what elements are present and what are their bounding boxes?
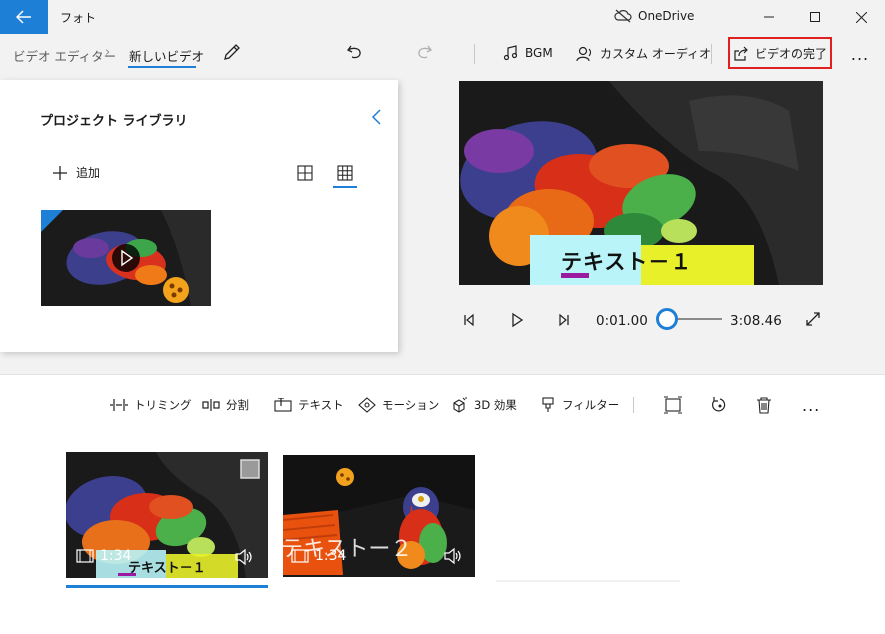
text-label: テキスト (298, 398, 344, 412)
breadcrumb-project-name: 新しいビデオ (129, 49, 205, 64)
library-video-thumbnail[interactable] (41, 210, 211, 306)
small-grid-view-icon[interactable] (336, 164, 354, 182)
finish-video-label: ビデオの完了 (754, 46, 827, 61)
minimize-button[interactable] (746, 0, 792, 34)
preview-caption-text: テキスト－１ (561, 250, 693, 274)
trim-icon (110, 399, 128, 411)
view-selected-indicator (333, 186, 357, 188)
trim-button[interactable]: トリミング (110, 397, 192, 413)
onedrive-status[interactable]: OneDrive (614, 9, 694, 23)
motion-button[interactable]: モーション (358, 397, 439, 413)
clip-1-caption: テキスト－１ (128, 561, 206, 576)
clip-1-duration-text: 1:34 (100, 548, 132, 564)
parrot-thumbnail-image (41, 210, 211, 306)
onedrive-label: OneDrive (638, 9, 695, 23)
previous-frame-icon[interactable] (459, 311, 477, 329)
filter-label: フィルター (562, 398, 620, 412)
resize-black-bars-icon[interactable] (663, 396, 683, 414)
cloud-off-icon (614, 9, 632, 23)
back-arrow-icon (16, 10, 31, 24)
add-label: 追加 (76, 166, 101, 180)
library-title: プロジェクト ライブラリ (40, 114, 188, 129)
storyboard-clip-2[interactable]: テキストー２ 1:34 (283, 455, 475, 577)
bgm-label: BGM (525, 46, 553, 60)
custom-audio-button[interactable]: カスタム オーディオ (576, 45, 711, 62)
storyboard-divider-line (633, 397, 634, 413)
text-button[interactable]: テキスト (274, 397, 344, 413)
clip-2-duration: 1:34 (291, 548, 346, 564)
chevron-left-icon[interactable] (368, 108, 386, 126)
maximize-button[interactable] (792, 0, 838, 34)
film-icon (76, 549, 94, 563)
clip-1-duration: 1:34 (76, 548, 131, 564)
music-note-icon (503, 45, 518, 61)
rotate-icon[interactable] (709, 396, 729, 414)
plus-icon (53, 165, 67, 180)
add-media-button[interactable]: 追加 (52, 164, 100, 181)
bgm-button[interactable]: BGM (502, 45, 553, 61)
command-divider (711, 44, 712, 64)
command-divider (474, 44, 475, 64)
edit-pencil-icon[interactable] (222, 42, 242, 62)
split-button[interactable]: 分割 (202, 397, 249, 413)
text-icon (274, 398, 292, 412)
clip-1-volume-icon[interactable] (234, 548, 254, 566)
motion-icon (358, 397, 376, 413)
chevron-right-icon: › (105, 45, 111, 60)
breadcrumb-underline (128, 66, 196, 68)
close-icon (855, 11, 867, 23)
minimize-icon (764, 16, 774, 18)
split-icon (202, 399, 220, 411)
delete-trash-icon[interactable] (755, 396, 773, 414)
filter-icon (542, 397, 554, 412)
3d-effects-icon (453, 397, 467, 413)
film-icon (291, 549, 309, 563)
next-frame-icon[interactable] (556, 311, 574, 329)
redo-icon[interactable] (414, 42, 434, 62)
back-button[interactable] (0, 0, 48, 34)
storyboard-more-button[interactable]: ... (802, 396, 820, 415)
undo-icon[interactable] (345, 42, 365, 62)
app-title: フォト (60, 11, 97, 25)
breadcrumb-video-editor[interactable]: ビデオ エディター (13, 46, 116, 65)
clip-2-volume-icon[interactable] (443, 547, 463, 565)
clip-2-duration-text: 1:34 (315, 548, 347, 564)
empty-clip-slot (496, 580, 680, 582)
3d-effects-button[interactable]: 3D 効果 (450, 397, 517, 413)
motion-label: モーション (382, 398, 440, 412)
fullscreen-icon[interactable] (804, 310, 822, 328)
play-icon[interactable] (508, 311, 526, 329)
video-preview[interactable]: テキスト－１ (459, 81, 823, 285)
split-label: 分割 (226, 398, 249, 412)
seek-thumb[interactable] (656, 308, 678, 330)
custom-audio-label: カスタム オーディオ (600, 47, 711, 61)
close-button[interactable] (838, 0, 884, 34)
finish-video-button[interactable]: ビデオの完了 (728, 37, 832, 69)
maximize-icon (810, 12, 820, 22)
trim-label: トリミング (134, 398, 192, 412)
selected-clip-indicator (66, 585, 268, 588)
more-options-button[interactable]: ... (846, 40, 874, 68)
3d-effects-label: 3D 効果 (474, 398, 517, 412)
current-time: 0:01.00 (596, 313, 648, 329)
filter-button[interactable]: フィルター (540, 397, 619, 413)
large-grid-view-icon[interactable] (296, 164, 314, 182)
storyboard-clip-1[interactable]: 1:34 テキスト－１ (66, 452, 268, 578)
person-audio-icon (576, 46, 592, 61)
total-time: 3:08.46 (730, 313, 782, 329)
share-export-icon (734, 46, 748, 61)
